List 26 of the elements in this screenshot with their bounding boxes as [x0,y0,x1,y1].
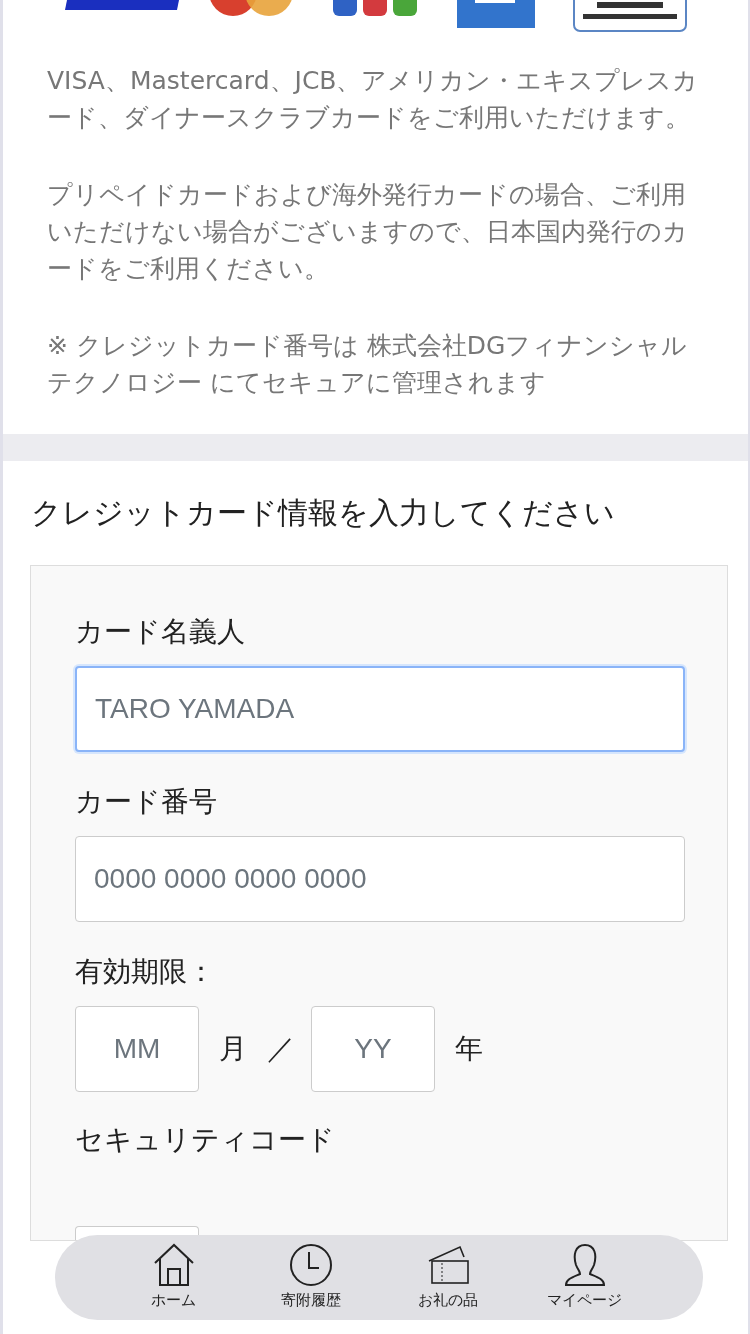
year-field[interactable]: YY [311,1006,435,1092]
month-field[interactable]: MM [75,1006,199,1092]
nav-label[interactable]: マイページ [547,1291,622,1310]
nav-label[interactable]: お礼の品 [417,1291,478,1310]
amex-logo-icon [457,0,535,28]
clock-icon[interactable] [288,1243,333,1287]
notice-text: プリペイドカードおよび海外発行カードの場合、ご利用いただけない場合がございますので、日本国内発行のカードをご利用ください。 [47,179,689,285]
visa-logo-icon [65,0,179,10]
input-field[interactable]: 0000 0000 0000 0000 [75,836,685,922]
month-unit-text: 月 [219,1031,247,1067]
field-label: カード名義人 [75,614,246,650]
nav-label[interactable]: ホーム [151,1291,196,1310]
year-unit-text: 年 [455,1031,483,1067]
person-icon[interactable] [562,1243,607,1287]
notice-text: VISA、Mastercard、JCB、アメリカン・エキスプレスカード、ダイナースクラブカードをご利用いただけます。 [47,65,699,134]
diners-club-logo-icon [573,0,687,32]
mastercard-logo-icon [209,0,293,16]
field-label: 有効期限： [75,954,216,990]
field-label: セキュリティコード [75,1122,336,1158]
input-field[interactable]: TARO YAMADA [75,666,685,752]
separator-text: ／ [267,1031,295,1067]
jcb-logo-icon [333,0,417,16]
section-heading: クレジットカード情報を入力してください [31,494,616,532]
notice-text: ※ クレジットカード番号は 株式会社DGフィナンシャルテクノロジー にてセキュアに管理されます [47,330,689,399]
nav-label[interactable]: 寄附履歴 [280,1291,341,1310]
field-label: カード番号 [75,784,218,820]
